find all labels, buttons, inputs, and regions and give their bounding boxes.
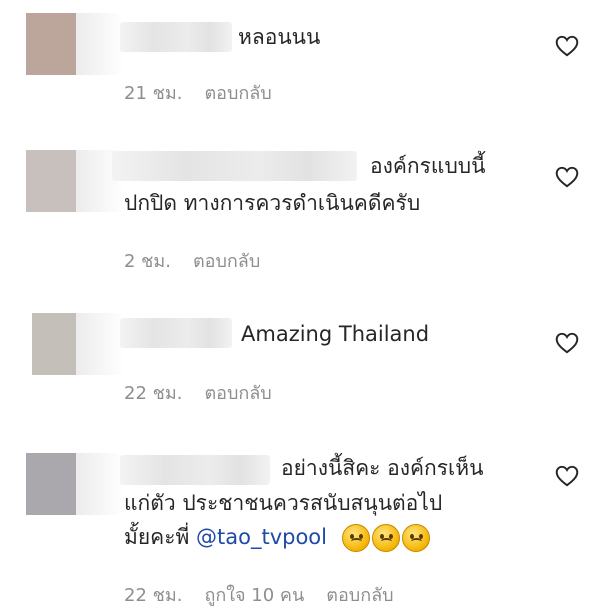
reply-button[interactable]: ตอบกลับ bbox=[326, 585, 393, 606]
username-redacted[interactable] bbox=[120, 455, 270, 485]
comment-item: อย่างนี้สิคะ องค์กรเห็น แก่ตัว ประชาชนคว… bbox=[0, 0, 600, 615]
comment-text-line: มั้ยคะพี่ @tao_tvpool bbox=[124, 520, 430, 554]
mention-link[interactable]: @tao_tvpool bbox=[196, 525, 327, 549]
comment-text-line: อย่างนี้สิคะ องค์กรเห็น bbox=[281, 456, 484, 480]
likes-count[interactable]: ถูกใจ 10 คน bbox=[204, 585, 304, 606]
comment-meta: 22 ชม. ถูกใจ 10 คน ตอบกลับ bbox=[124, 580, 416, 609]
comment-time[interactable]: 22 ชม. bbox=[124, 585, 182, 606]
crying-face-emoji bbox=[371, 524, 400, 552]
emoji-group bbox=[340, 524, 430, 552]
avatar[interactable] bbox=[26, 453, 124, 515]
comment-text-prefix: มั้ยคะพี่ bbox=[124, 525, 190, 549]
heart-outline-icon bbox=[555, 465, 579, 487]
like-button[interactable] bbox=[554, 463, 580, 489]
comment-text-line: แก่ตัว ประชาชนควรสนับสนุนต่อไป bbox=[124, 491, 443, 515]
crying-face-emoji bbox=[341, 524, 370, 552]
crying-face-emoji bbox=[401, 524, 430, 552]
